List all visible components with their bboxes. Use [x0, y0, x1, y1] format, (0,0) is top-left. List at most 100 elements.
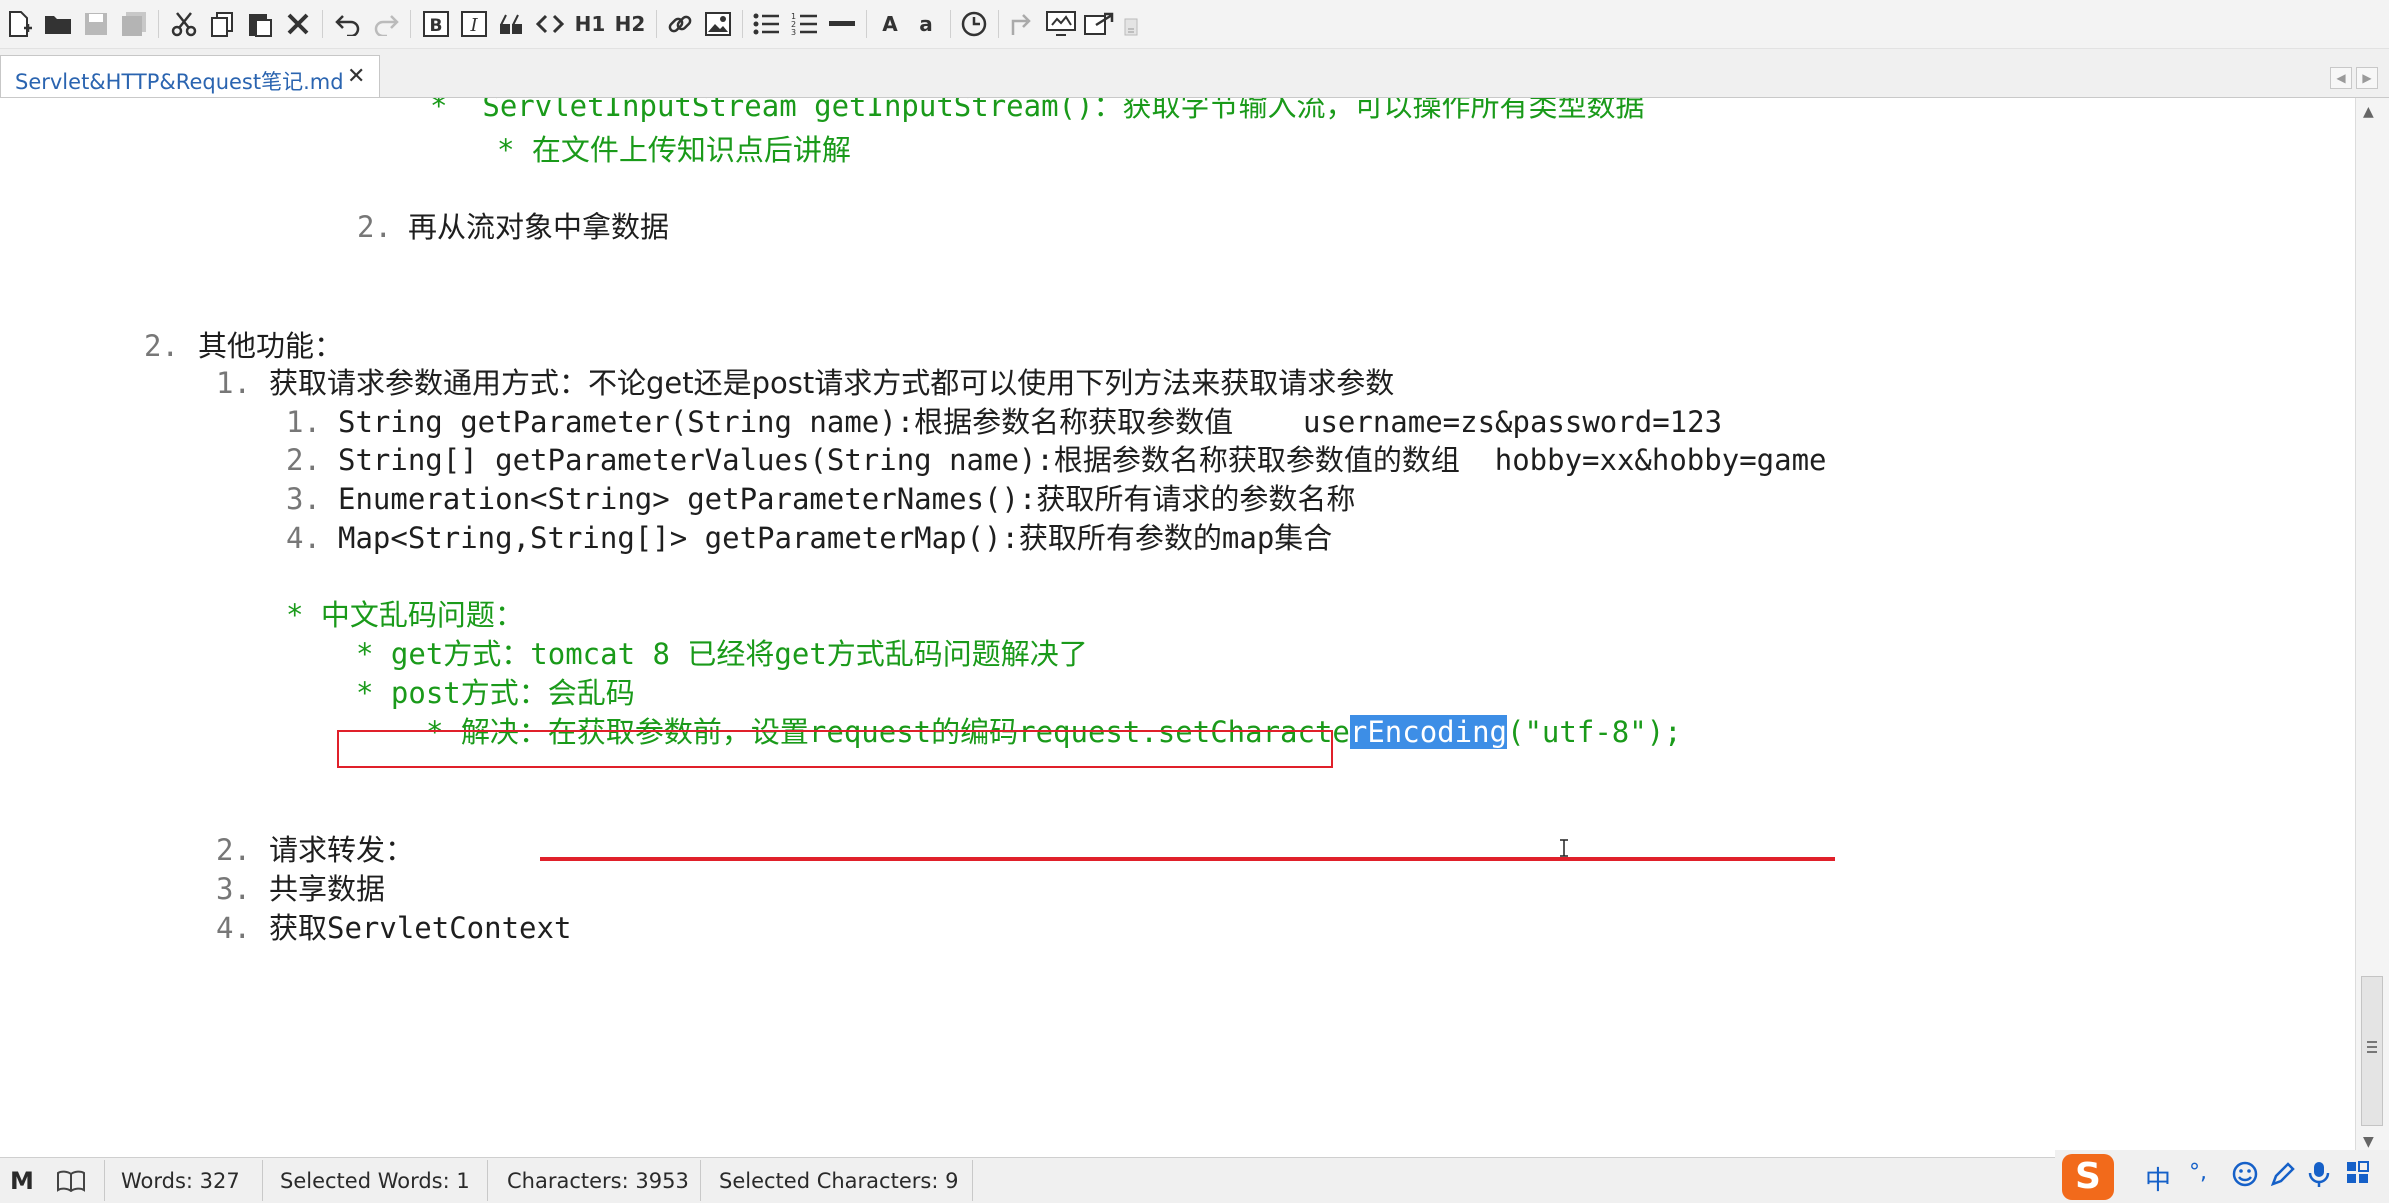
editor-line: 再从流对象中拿数据: [408, 210, 670, 244]
publish-icon[interactable]: [1082, 9, 1116, 39]
list-number: 2.: [216, 833, 251, 867]
timestamp-icon[interactable]: [958, 9, 990, 39]
tab-bar: Servlet&HTTP&Request笔记.md ✕ ◀ ▶: [0, 49, 2389, 98]
toolbar-overflow-icon[interactable]: [1120, 9, 1142, 39]
book-icon[interactable]: [56, 1158, 86, 1203]
new-file-icon[interactable]: [4, 9, 36, 39]
status-bar: M Words: 327 Selected Words: 1 Character…: [0, 1157, 2389, 1203]
scrollbar-thumb[interactable]: [2361, 976, 2383, 1126]
preview-icon[interactable]: [1044, 9, 1078, 39]
editor-line: * ServletInputStream getInputStream()：获取…: [430, 98, 1645, 123]
toolbar-separator: [950, 10, 951, 38]
save-all-icon[interactable]: [118, 9, 150, 39]
lowercase-icon[interactable]: a: [910, 9, 942, 39]
editor-text: ("utf-8");: [1507, 715, 1682, 749]
cut-icon[interactable]: [168, 9, 200, 39]
status-separator: [972, 1160, 973, 1201]
markdown-mode-icon[interactable]: M: [10, 1158, 34, 1203]
scroll-down-icon[interactable]: ▼: [2363, 1134, 2374, 1150]
h2-icon[interactable]: H2: [612, 9, 648, 39]
ime-logo[interactable]: S: [2062, 1154, 2114, 1200]
uppercase-icon[interactable]: A: [874, 9, 906, 39]
image-icon[interactable]: [702, 9, 734, 39]
ime-toolbar: S 中 °,: [2055, 1150, 2389, 1202]
word-count: Words: 327: [121, 1168, 240, 1193]
pen-icon[interactable]: [2269, 1160, 2297, 1195]
save-icon[interactable]: [80, 9, 112, 39]
list-number: 1.: [216, 366, 251, 400]
svg-text:B: B: [430, 16, 443, 36]
editor-line: String getParameter(String name):根据参数名称获…: [338, 405, 1723, 439]
toolbar-separator: [998, 10, 999, 38]
editor-line: 获取请求参数通用方式：不论get还是post请求方式都可以使用下列方法来获取请求…: [269, 366, 1395, 400]
horizontal-rule-icon[interactable]: [826, 9, 858, 39]
list-number: 4.: [286, 521, 321, 555]
editor-line: * post方式：会乱码: [356, 676, 635, 710]
list-number: 1.: [286, 405, 321, 439]
status-separator: [700, 1160, 701, 1201]
tab-scroll-right-icon[interactable]: ▶: [2356, 67, 2378, 89]
status-separator: [104, 1160, 105, 1201]
annotation-underline: [540, 857, 1835, 861]
editor-line: * 在文件上传知识点后讲解: [497, 133, 851, 167]
editor-line: 请求转发：: [269, 833, 415, 867]
status-separator: [262, 1160, 263, 1201]
editor-line: String[] getParameterValues(String name)…: [338, 443, 1827, 477]
list-number: 3.: [286, 482, 321, 516]
export-icon[interactable]: [1006, 9, 1038, 39]
list-number: 2.: [144, 329, 179, 363]
emoji-icon[interactable]: [2231, 1160, 2259, 1195]
grid-menu-icon[interactable]: [2345, 1160, 2371, 1193]
redo-icon[interactable]: [370, 9, 402, 39]
toolbar-separator: [866, 10, 867, 38]
toolbar-separator: [410, 10, 411, 38]
editor-line: 获取ServletContext: [269, 911, 572, 945]
undo-icon[interactable]: [332, 9, 364, 39]
bullet-list-icon[interactable]: [750, 9, 782, 39]
tab-document[interactable]: Servlet&HTTP&Request笔记.md ✕: [0, 55, 380, 97]
list-number: 3.: [216, 872, 251, 906]
selected-word-count: Selected Words: 1: [280, 1168, 470, 1193]
grip-icon: [2367, 1041, 2377, 1043]
close-icon[interactable]: ✕: [347, 64, 365, 89]
bold-icon[interactable]: B: [420, 9, 452, 39]
h1-icon[interactable]: H1: [572, 9, 608, 39]
tab-scroll-left-icon[interactable]: ◀: [2330, 67, 2352, 89]
svg-text:3: 3: [791, 28, 796, 37]
svg-text:I: I: [469, 15, 478, 36]
editor-line: * get方式：tomcat 8 已经将get方式乱码问题解决了: [356, 637, 1088, 671]
quote-icon[interactable]: [496, 9, 528, 39]
toolbar-separator: [742, 10, 743, 38]
editor-line: * 中文乱码问题：: [286, 598, 524, 632]
vertical-scrollbar[interactable]: ▲ ▼: [2355, 98, 2389, 1156]
editor-pane[interactable]: * ServletInputStream getInputStream()：获取…: [0, 98, 2355, 1156]
editor-line: Enumeration<String> getParameterNames():…: [338, 482, 1356, 516]
ime-punctuation-toggle[interactable]: °,: [2189, 1160, 2207, 1185]
open-folder-icon[interactable]: [42, 9, 74, 39]
status-separator: [487, 1160, 488, 1201]
delete-icon[interactable]: [282, 9, 314, 39]
paste-icon[interactable]: [244, 9, 276, 39]
code-icon[interactable]: [534, 9, 566, 39]
italic-icon[interactable]: I: [458, 9, 490, 39]
list-number: 4.: [216, 911, 251, 945]
text-cursor-icon: [1558, 839, 1570, 857]
selected-character-count: Selected Characters: 9: [719, 1168, 959, 1193]
editor-line: 其他功能：: [198, 329, 344, 363]
numbered-list-icon[interactable]: 123: [788, 9, 820, 39]
annotation-box: [337, 730, 1333, 768]
copy-icon[interactable]: [206, 9, 238, 39]
scroll-up-icon[interactable]: ▲: [2363, 104, 2374, 120]
ime-language-toggle[interactable]: 中: [2145, 1160, 2171, 1197]
editor-line: Map<String,String[]> getParameterMap():获…: [338, 521, 1333, 555]
list-number: 2.: [357, 210, 392, 244]
toolbar-separator: [656, 10, 657, 38]
character-count: Characters: 3953: [507, 1168, 689, 1193]
editor-line: 共享数据: [269, 872, 386, 906]
link-icon[interactable]: [664, 9, 696, 39]
toolbar: B I H1 H2 123 A a: [0, 0, 2389, 49]
tab-title[interactable]: Servlet&HTTP&Request笔记.md: [15, 66, 344, 96]
selected-text[interactable]: rEncoding: [1349, 715, 1508, 749]
microphone-icon[interactable]: [2307, 1160, 2331, 1195]
toolbar-separator: [322, 10, 323, 38]
